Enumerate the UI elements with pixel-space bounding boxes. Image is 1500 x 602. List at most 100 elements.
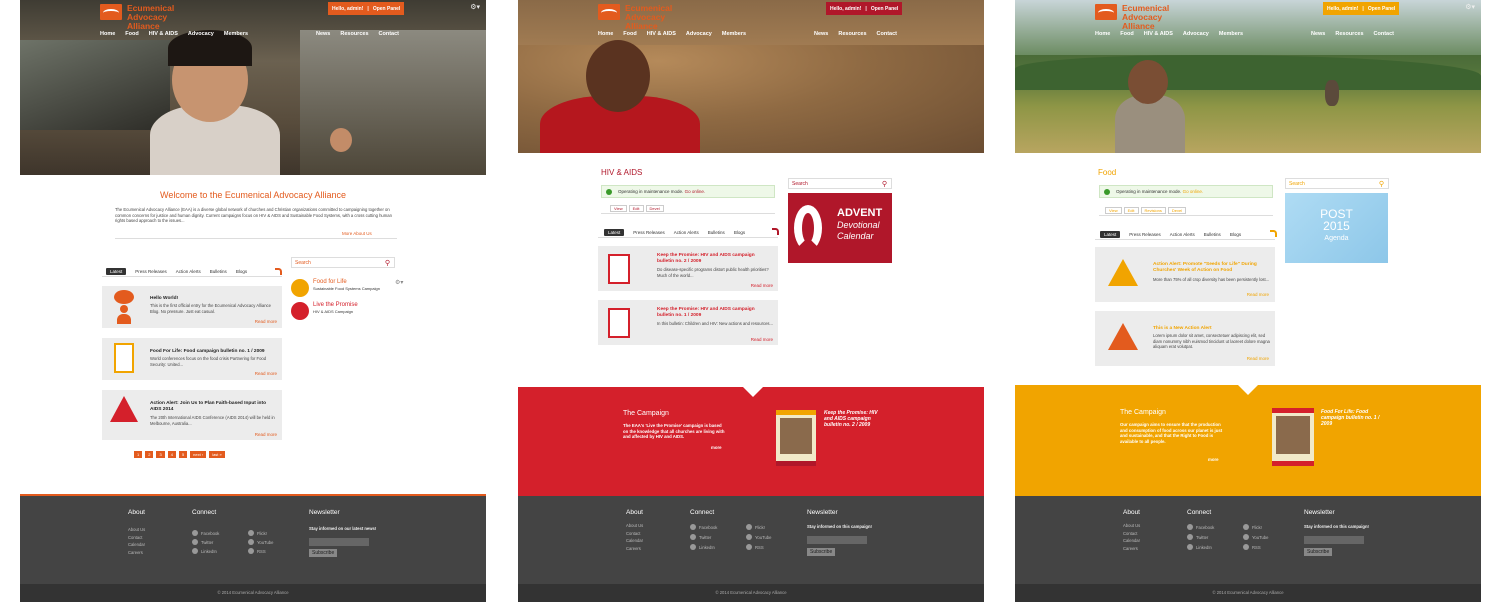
twitter-link[interactable]: Twitter <box>192 539 213 545</box>
read-more-link[interactable]: Read more <box>751 337 773 342</box>
tab-press-releases[interactable]: Press Releases <box>633 230 665 235</box>
bulletin-link[interactable]: Food For Life: Food campaign bulletin no… <box>1321 409 1381 427</box>
read-more-link[interactable]: Read more <box>1247 292 1269 297</box>
tab-blogs[interactable]: Blogs <box>734 230 745 235</box>
tab-action-alerts[interactable]: Action Alerts <box>674 230 699 235</box>
post-2015-banner[interactable]: POST 2015 Agenda <box>1285 193 1388 263</box>
nav-members[interactable]: Members <box>1219 31 1243 37</box>
tab-press-releases[interactable]: Press Releases <box>135 269 167 274</box>
tab-edit[interactable]: Edit <box>1123 207 1139 214</box>
list-item[interactable]: Hello World! This is the first official … <box>102 286 282 328</box>
newsletter-email-input[interactable] <box>1304 536 1364 544</box>
search-input[interactable]: Search ⚲ <box>788 178 892 189</box>
flickr-link[interactable]: Flickr <box>1243 524 1262 530</box>
flickr-link[interactable]: Flickr <box>746 524 765 530</box>
nav-contact[interactable]: Contact <box>379 31 399 37</box>
nav-contact[interactable]: Contact <box>1374 31 1394 37</box>
youtube-link[interactable]: YouTube <box>1243 534 1268 540</box>
footer-careers[interactable]: Careers <box>1123 545 1140 553</box>
nav-resources[interactable]: Resources <box>838 31 866 37</box>
page-4[interactable]: 4 <box>167 451 176 458</box>
search-icon[interactable]: ⚲ <box>385 259 390 267</box>
subscribe-button[interactable]: Subscribe <box>1304 548 1333 556</box>
bulletin-link[interactable]: Keep the Promise: HIV and AIDS campaign … <box>824 410 884 428</box>
footer-contact[interactable]: Contact <box>626 530 643 538</box>
more-about-link[interactable]: More About Us <box>342 231 372 236</box>
tab-view[interactable]: View <box>610 205 627 212</box>
bulletin-cover[interactable] <box>1272 408 1314 466</box>
page-1[interactable]: 1 <box>134 451 143 458</box>
advent-calendar-banner[interactable]: ADVENT Devotional Calendar <box>788 193 892 263</box>
tab-view[interactable]: View <box>1105 207 1122 214</box>
twitter-link[interactable]: Twitter <box>1187 534 1208 540</box>
greeting-link[interactable]: Hello, admin! <box>332 6 363 12</box>
nav-news[interactable]: News <box>1311 31 1325 37</box>
list-item[interactable]: Food For Life: Food campaign bulletin no… <box>102 338 282 380</box>
site-logo[interactable]: Ecumenical Advocacy Alliance <box>100 4 207 31</box>
tab-bulletins[interactable]: Bulletins <box>210 269 227 274</box>
linkedin-link[interactable]: LinkedIn <box>192 548 217 554</box>
page-next[interactable]: next › <box>190 451 207 458</box>
nav-news[interactable]: News <box>316 31 330 37</box>
nav-hiv[interactable]: HIV & AIDS <box>149 31 178 37</box>
tab-latest[interactable]: Latest <box>106 267 127 275</box>
gear-icon[interactable]: ⚙▾ <box>395 279 403 286</box>
page-3[interactable]: 3 <box>156 451 165 458</box>
nav-home[interactable]: Home <box>598 31 613 37</box>
nav-resources[interactable]: Resources <box>340 31 368 37</box>
tab-devel[interactable]: Devel <box>1167 207 1187 214</box>
footer-careers[interactable]: Careers <box>128 549 145 557</box>
list-item[interactable]: This is a New Action Alert Lorem ipsum d… <box>1095 311 1275 366</box>
footer-calendar[interactable]: Calendar <box>1123 537 1140 545</box>
linkedin-link[interactable]: LinkedIn <box>690 544 715 550</box>
page-5[interactable]: 5 <box>178 451 188 458</box>
search-input[interactable]: Search ⚲ <box>291 257 395 268</box>
footer-about-us[interactable]: About Us <box>128 526 145 534</box>
search-input[interactable]: Search ⚲ <box>1285 178 1389 189</box>
nav-resources[interactable]: Resources <box>1335 31 1363 37</box>
read-more-link[interactable]: Read more <box>1247 356 1269 361</box>
sidebar-campaign-food[interactable]: Food for Life Sustainable Food Systems Ca… <box>291 279 380 297</box>
campaign-more-link[interactable]: more <box>711 445 722 450</box>
list-item[interactable]: Keep the Promise: HIV and AIDS campaign … <box>598 246 778 291</box>
search-icon[interactable]: ⚲ <box>1379 180 1384 188</box>
site-logo[interactable]: Ecumenical Advocacy Alliance <box>598 4 705 31</box>
open-panel-link[interactable]: Open Panel <box>373 6 401 12</box>
list-item[interactable]: Keep the Promise: HIV and AIDS campaign … <box>598 300 778 345</box>
tab-latest[interactable]: Latest <box>604 228 625 236</box>
tab-edit[interactable]: Edit <box>628 205 644 212</box>
nav-contact[interactable]: Contact <box>877 31 897 37</box>
nav-hiv[interactable]: HIV & AIDS <box>1144 31 1173 37</box>
go-online-link[interactable]: Go online. <box>685 189 706 194</box>
rss-icon[interactable] <box>1270 230 1277 237</box>
tab-action-alerts[interactable]: Action Alerts <box>1170 232 1195 237</box>
list-item[interactable]: Action Alert: Join Us to Plan Faith-base… <box>102 390 282 440</box>
twitter-link[interactable]: Twitter <box>690 534 711 540</box>
tab-press-releases[interactable]: Press Releases <box>1129 232 1161 237</box>
rss-link[interactable]: RSS <box>1243 544 1261 550</box>
nav-home[interactable]: Home <box>100 31 115 37</box>
rss-icon[interactable] <box>772 228 779 235</box>
read-more-link[interactable]: Read more <box>751 283 773 288</box>
nav-food[interactable]: Food <box>1120 31 1133 37</box>
nav-food[interactable]: Food <box>623 31 636 37</box>
footer-contact[interactable]: Contact <box>1123 530 1140 538</box>
tab-action-alerts[interactable]: Action Alerts <box>176 269 201 274</box>
newsletter-email-input[interactable] <box>309 538 369 546</box>
list-item[interactable]: Action Alert: Promote "Seeds for Life" D… <box>1095 247 1275 302</box>
tab-bulletins[interactable]: Bulletins <box>708 230 725 235</box>
nav-advocacy[interactable]: Advocacy <box>1183 31 1209 37</box>
nav-home[interactable]: Home <box>1095 31 1110 37</box>
linkedin-link[interactable]: LinkedIn <box>1187 544 1212 550</box>
nav-food[interactable]: Food <box>125 31 138 37</box>
tab-revisions[interactable]: Revisions <box>1140 207 1166 214</box>
read-more-link[interactable]: Read more <box>255 371 277 376</box>
youtube-link[interactable]: YouTube <box>248 539 273 545</box>
footer-about-us[interactable]: About Us <box>1123 522 1140 530</box>
tab-blogs[interactable]: Blogs <box>236 269 247 274</box>
nav-members[interactable]: Members <box>224 31 248 37</box>
gear-icon[interactable]: ⚙▾ <box>1465 3 1475 11</box>
go-online-link[interactable]: Go online. <box>1183 189 1204 194</box>
flickr-link[interactable]: Flickr <box>248 530 267 536</box>
read-more-link[interactable]: Read more <box>255 432 277 437</box>
